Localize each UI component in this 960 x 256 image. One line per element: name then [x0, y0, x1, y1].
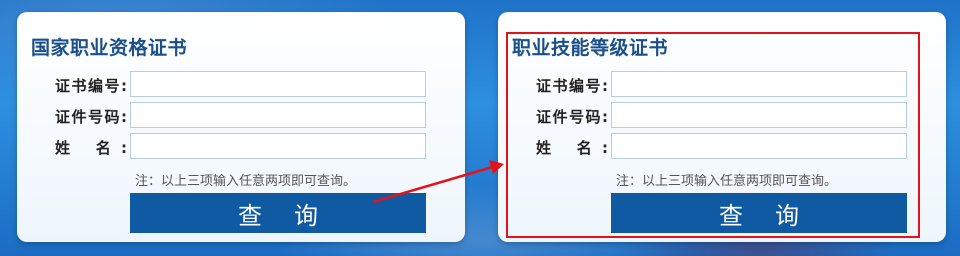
- id-no-label: 证件号码:: [536, 108, 608, 126]
- name-input[interactable]: [611, 133, 907, 159]
- name-label: 姓 名:: [55, 139, 127, 157]
- name-input[interactable]: [130, 133, 426, 159]
- id-no-input[interactable]: [130, 102, 426, 128]
- query-button[interactable]: 查询: [130, 193, 426, 233]
- vocational-qualification-card: 国家职业资格证书 证书编号: 证件号码: 姓 名: 注：以上三项输入任意两项即可…: [17, 12, 465, 242]
- hint-note: 注：以上三项输入任意两项即可查询。: [616, 174, 838, 189]
- cert-no-label: 证书编号:: [55, 77, 127, 95]
- hint-note: 注：以上三项输入任意两项即可查询。: [135, 174, 357, 189]
- cert-no-input[interactable]: [611, 71, 907, 97]
- skill-level-card: 职业技能等级证书 证书编号: 证件号码: 姓 名: 注：以上三项输入任意两项即可…: [498, 12, 946, 242]
- cert-no-label: 证书编号:: [536, 77, 608, 95]
- cert-no-input[interactable]: [130, 71, 426, 97]
- id-no-input[interactable]: [611, 102, 907, 128]
- card-title: 国家职业资格证书: [31, 37, 188, 59]
- query-button[interactable]: 查询: [611, 193, 907, 233]
- name-label: 姓 名:: [536, 139, 608, 157]
- id-no-label: 证件号码:: [55, 108, 127, 126]
- card-title: 职业技能等级证书: [512, 37, 669, 59]
